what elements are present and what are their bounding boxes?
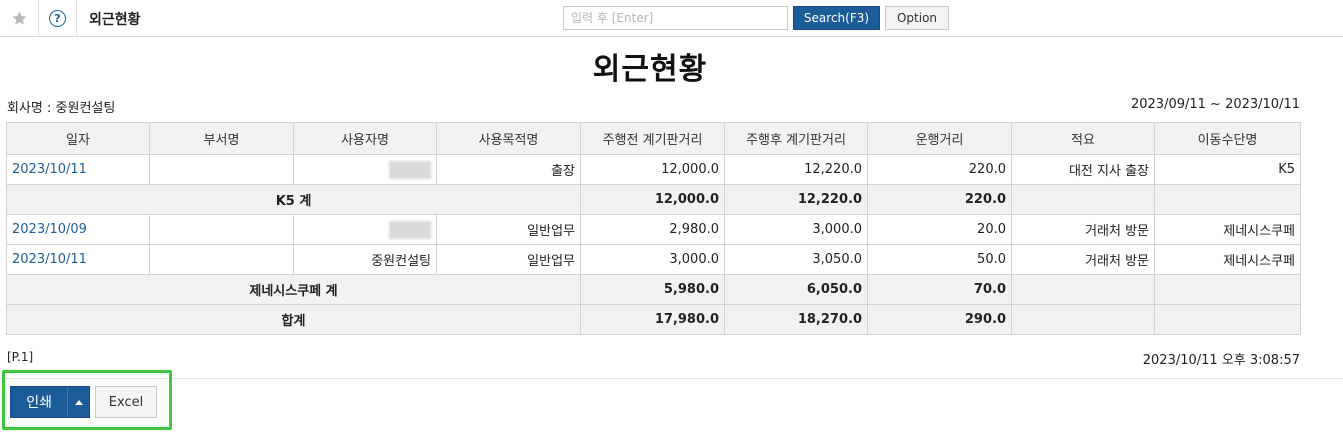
- user-cell: [293, 154, 437, 185]
- help-icon: ?: [49, 9, 66, 27]
- print-timestamp: 2023/10/11 오후 3:08:57: [1142, 353, 1300, 368]
- col-header-odometer-before[interactable]: 주행전 계기판거리: [580, 122, 725, 155]
- subtotal-label: 제네시스쿠페 계: [6, 274, 581, 305]
- favorite-button[interactable]: [0, 0, 39, 36]
- col-header-date[interactable]: 일자: [6, 122, 150, 155]
- vehicle-cell: 제네시스쿠페: [1154, 214, 1301, 245]
- redacted-user: [389, 220, 431, 239]
- col-header-vehicle[interactable]: 이동수단명: [1154, 122, 1301, 155]
- col-header-user[interactable]: 사용자명: [293, 122, 437, 155]
- distance-cell: 220.0: [867, 154, 1012, 185]
- grand-total-empty: [1154, 304, 1301, 335]
- col-header-distance[interactable]: 운행거리: [867, 122, 1012, 155]
- subtotal-distance: 220.0: [867, 184, 1012, 215]
- distance-cell: 20.0: [867, 214, 1012, 245]
- purpose-cell: 일반업무: [436, 214, 581, 245]
- subtotal-after: 6,050.0: [724, 274, 868, 305]
- subtotal-row: K5 계 12,000.0 12,220.0 220.0: [6, 184, 1301, 215]
- date-link[interactable]: 2023/10/09: [6, 214, 150, 245]
- table-row: 2023/10/11 출장 12,000.0 12,220.0 220.0 대전…: [6, 154, 1301, 185]
- subtotal-label: K5 계: [6, 184, 581, 215]
- odometer-before-cell: 2,980.0: [580, 214, 725, 245]
- help-button[interactable]: ?: [39, 0, 77, 36]
- caret-up-icon: [74, 399, 83, 405]
- dept-cell: [149, 244, 294, 275]
- col-header-purpose[interactable]: 사용목적명: [436, 122, 581, 155]
- footer-divider: [0, 378, 1343, 379]
- grand-total-before: 17,980.0: [580, 304, 725, 335]
- user-cell: [293, 214, 437, 245]
- vehicle-cell: 제네시스쿠페: [1154, 244, 1301, 275]
- subtotal-before: 5,980.0: [580, 274, 725, 305]
- purpose-cell: 일반업무: [436, 244, 581, 275]
- top-toolbar: ? 외근현황 Search(F3) Option: [0, 0, 1343, 37]
- memo-cell: 거래처 방문: [1011, 244, 1155, 275]
- search-button[interactable]: Search(F3): [793, 6, 880, 30]
- print-dropdown-toggle[interactable]: [67, 387, 89, 417]
- subtotal-distance: 70.0: [867, 274, 1012, 305]
- print-button[interactable]: 인쇄: [10, 386, 90, 418]
- user-cell: 중원컨설팅: [293, 244, 437, 275]
- memo-cell: 대전 지사 출장: [1011, 154, 1155, 185]
- search-input[interactable]: [563, 6, 788, 30]
- redacted-user: [389, 160, 431, 179]
- odometer-after-cell: 3,050.0: [724, 244, 868, 275]
- report-period: 2023/09/11 ~ 2023/10/11: [1130, 97, 1300, 112]
- odometer-after-cell: 3,000.0: [724, 214, 868, 245]
- grand-total-distance: 290.0: [867, 304, 1012, 335]
- subtotal-before: 12,000.0: [580, 184, 725, 215]
- purpose-cell: 출장: [436, 154, 581, 185]
- odometer-before-cell: 3,000.0: [580, 244, 725, 275]
- star-icon: [11, 10, 27, 25]
- subtotal-row: 제네시스쿠페 계 5,980.0 6,050.0 70.0: [6, 274, 1301, 305]
- print-button-label[interactable]: 인쇄: [11, 387, 67, 417]
- col-header-dept[interactable]: 부서명: [149, 122, 294, 155]
- company-name: 회사명 : 중원컨설팅: [7, 101, 116, 116]
- grand-total-label: 합계: [6, 304, 581, 335]
- date-link[interactable]: 2023/10/11: [6, 154, 150, 185]
- odometer-before-cell: 12,000.0: [580, 154, 725, 185]
- subtotal-empty: [1154, 274, 1301, 305]
- grand-total-after: 18,270.0: [724, 304, 868, 335]
- table-header-row: 일자 부서명 사용자명 사용목적명 주행전 계기판거리 주행후 계기판거리 운행…: [6, 122, 1301, 155]
- memo-cell: 거래처 방문: [1011, 214, 1155, 245]
- option-button[interactable]: Option: [885, 6, 949, 30]
- table-row: 2023/10/11 중원컨설팅 일반업무 3,000.0 3,050.0 50…: [6, 244, 1301, 275]
- page-title: 외근현황: [89, 12, 141, 28]
- subtotal-after: 12,220.0: [724, 184, 868, 215]
- date-link[interactable]: 2023/10/11: [6, 244, 150, 275]
- excel-button[interactable]: Excel: [95, 386, 157, 418]
- dept-cell: [149, 154, 294, 185]
- page-number: [P.1]: [7, 350, 34, 364]
- subtotal-empty: [1011, 274, 1155, 305]
- distance-cell: 50.0: [867, 244, 1012, 275]
- table-row: 2023/10/09 일반업무 2,980.0 3,000.0 20.0 거래처…: [6, 214, 1301, 245]
- vehicle-cell: K5: [1154, 154, 1301, 185]
- subtotal-empty: [1154, 184, 1301, 215]
- col-header-memo[interactable]: 적요: [1011, 122, 1155, 155]
- dept-cell: [149, 214, 294, 245]
- grand-total-row: 합계 17,980.0 18,270.0 290.0: [6, 304, 1301, 335]
- report-table: 일자 부서명 사용자명 사용목적명 주행전 계기판거리 주행후 계기판거리 운행…: [6, 122, 1301, 335]
- report-title: 외근현황: [592, 52, 708, 87]
- col-header-odometer-after[interactable]: 주행후 계기판거리: [724, 122, 868, 155]
- subtotal-empty: [1011, 184, 1155, 215]
- grand-total-empty: [1011, 304, 1155, 335]
- odometer-after-cell: 12,220.0: [724, 154, 868, 185]
